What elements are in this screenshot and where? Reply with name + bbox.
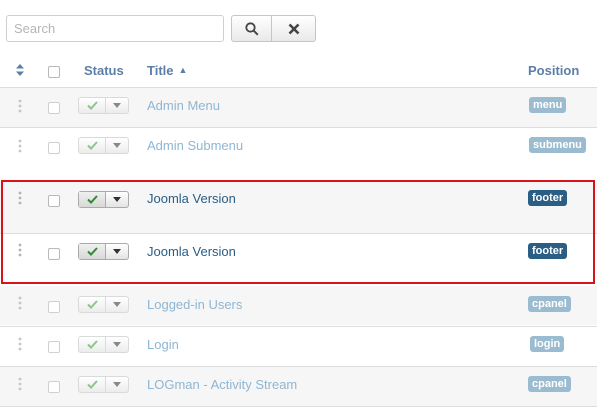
- table-row: Admin Menu menu: [0, 88, 597, 127]
- status-toggle[interactable]: [78, 336, 129, 353]
- row-checkbox[interactable]: [48, 341, 60, 353]
- status-toggle[interactable]: [78, 97, 129, 114]
- module-title-link[interactable]: Login: [147, 337, 179, 352]
- published-check-icon[interactable]: [79, 98, 106, 113]
- drag-handle-icon[interactable]: [18, 296, 22, 313]
- row-checkbox[interactable]: [48, 381, 60, 393]
- status-toggle[interactable]: [78, 137, 129, 154]
- column-title-label: Title: [147, 63, 174, 78]
- highlight-rectangle: [1, 180, 595, 284]
- chevron-down-icon[interactable]: [106, 377, 128, 392]
- column-title[interactable]: Title ▲: [147, 63, 187, 78]
- published-check-icon[interactable]: [79, 377, 106, 392]
- published-check-icon[interactable]: [79, 138, 106, 153]
- row-divider: [0, 406, 597, 407]
- chevron-down-icon[interactable]: [106, 98, 128, 113]
- module-title-link[interactable]: Admin Submenu: [147, 138, 243, 153]
- position-badge: cpanel: [528, 296, 571, 312]
- search-button[interactable]: [231, 15, 272, 42]
- table-row: Login login: [0, 327, 597, 366]
- published-check-icon[interactable]: [79, 297, 106, 312]
- row-checkbox[interactable]: [48, 142, 60, 154]
- position-badge: cpanel: [528, 376, 571, 392]
- chevron-down-icon[interactable]: [106, 138, 128, 153]
- status-toggle[interactable]: [78, 296, 129, 313]
- column-position[interactable]: Position: [528, 63, 579, 78]
- module-title-link[interactable]: Logged-in Users: [147, 297, 242, 312]
- status-toggle[interactable]: [78, 376, 129, 393]
- table-row: LOGman - Activity Stream cpanel: [0, 367, 597, 406]
- position-badge: login: [530, 336, 565, 352]
- table-row: Logged-in Users cpanel: [0, 286, 597, 325]
- module-title-link[interactable]: Admin Menu: [147, 98, 220, 113]
- module-title-link[interactable]: LOGman - Activity Stream: [147, 377, 297, 392]
- clear-search-button[interactable]: [271, 15, 316, 42]
- position-badge: menu: [529, 97, 567, 113]
- select-all-checkbox[interactable]: [48, 66, 60, 78]
- table-header: Status Title ▲ Position: [0, 62, 597, 80]
- drag-handle-icon[interactable]: [18, 337, 22, 354]
- column-status[interactable]: Status: [84, 63, 124, 78]
- row-checkbox[interactable]: [48, 301, 60, 313]
- row-checkbox[interactable]: [48, 102, 60, 114]
- table-row: Admin Submenu submenu: [0, 128, 597, 167]
- sort-ascending-icon: ▲: [178, 65, 188, 75]
- search-icon: [244, 21, 259, 36]
- chevron-down-icon[interactable]: [106, 297, 128, 312]
- position-badge: submenu: [529, 137, 586, 153]
- ordering-sort-icon[interactable]: [16, 64, 24, 79]
- chevron-down-icon[interactable]: [106, 337, 128, 352]
- drag-handle-icon[interactable]: [18, 99, 22, 116]
- drag-handle-icon[interactable]: [18, 377, 22, 394]
- close-icon: [288, 23, 299, 34]
- published-check-icon[interactable]: [79, 337, 106, 352]
- drag-handle-icon[interactable]: [18, 139, 22, 156]
- search-input[interactable]: [6, 15, 224, 42]
